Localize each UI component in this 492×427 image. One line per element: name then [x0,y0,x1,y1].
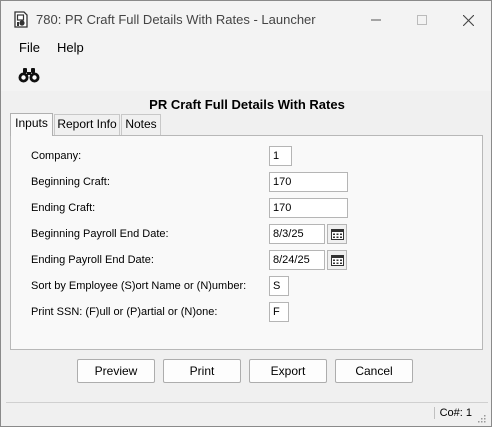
calendar-icon [330,229,344,240]
ending-craft-input[interactable]: 170 [269,198,348,218]
toolbar [1,59,491,91]
menu-file[interactable]: File [19,40,40,55]
maximize-button[interactable] [399,7,445,33]
sort-by-input[interactable]: S [269,276,289,296]
ending-date-picker-button[interactable] [327,250,347,270]
menu-help[interactable]: Help [57,40,84,55]
title-bar: 780: PR Craft Full Details With Rates - … [1,1,491,37]
print-button[interactable]: Print [163,359,241,383]
beginning-payroll-end-date-label: Beginning Payroll End Date: [31,228,169,240]
ending-payroll-end-date-input[interactable]: 8/24/25 [269,250,325,270]
company-input[interactable]: 1 [269,146,292,166]
minimize-icon [371,19,381,21]
beginning-date-picker-button[interactable] [327,224,347,244]
calendar-icon [330,255,344,266]
company-label: Company: [31,150,82,162]
print-ssn-input[interactable]: F [269,302,289,322]
export-button[interactable]: Export [249,359,327,383]
report-launcher-icon [14,11,28,28]
maximize-icon [417,15,427,25]
report-title: PR Craft Full Details With Rates [149,97,345,112]
launcher-window: 780: PR Craft Full Details With Rates - … [0,0,492,427]
cancel-button[interactable]: Cancel [335,359,413,383]
beginning-payroll-end-date-input[interactable]: 8/3/25 [269,224,325,244]
preview-button[interactable]: Preview [77,359,155,383]
beginning-craft-input[interactable]: 170 [269,172,348,192]
sort-by-label: Sort by Employee (S)ort Name or (N)umber… [31,280,247,292]
ending-payroll-end-date-label: Ending Payroll End Date: [31,254,154,266]
binoculars-icon[interactable] [17,67,41,83]
minimize-button[interactable] [353,7,399,33]
ending-craft-label: Ending Craft: [31,202,96,214]
tab-notes[interactable]: Notes [121,114,161,135]
company-status: Co#: 1 [433,407,472,419]
tab-inputs[interactable]: Inputs [10,113,53,136]
close-button[interactable] [445,7,491,33]
menu-bar: File Help [1,37,491,59]
print-ssn-label: Print SSN: (F)ull or (P)artial or (N)one… [31,306,218,318]
beginning-craft-label: Beginning Craft: [31,176,110,188]
window-title: 780: PR Craft Full Details With Rates - … [36,12,316,27]
close-icon [462,14,474,26]
resize-grip-icon[interactable] [478,415,486,423]
tab-report-info[interactable]: Report Info [54,114,120,135]
status-bar: Co#: 1 [6,402,488,424]
